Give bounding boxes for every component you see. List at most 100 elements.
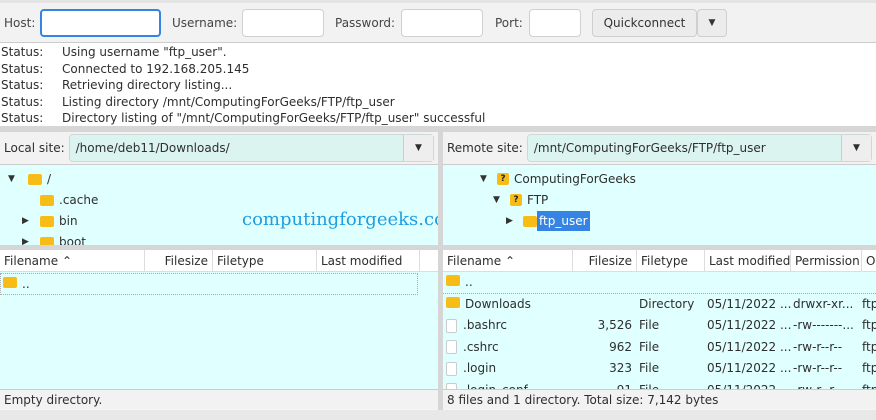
folder-icon [28,173,42,185]
file-size: 91 [573,380,632,390]
file-type: Directory [639,296,695,311]
table-row[interactable]: .login 323 File 05/11/2022 ... -rw-r--r-… [443,358,876,380]
username-input[interactable] [242,9,324,37]
quickconnect-bar: Host: Username: Password: Port: Quickcon… [0,0,876,42]
tree-item[interactable]: ▶ boot [22,232,86,245]
expanded-arrow-icon: ▼ [8,174,15,184]
file-name: .cshrc [463,339,499,354]
remote-site-combo[interactable]: /mnt/ComputingForGeeks/FTP/ftp_user ▼ [526,134,872,162]
file-type: File [639,361,660,375]
file-size: 962 [609,339,632,354]
host-input[interactable] [40,9,161,37]
password-input[interactable] [401,9,483,37]
file-type: File [639,318,660,332]
column-last-modified[interactable]: Last modified [317,250,420,272]
column-filetype[interactable]: Filetype [213,250,317,272]
file-name: Downloads [465,296,531,311]
local-status: Empty directory. [0,389,438,409]
table-row[interactable]: .. [0,273,418,295]
file-type: File [639,380,659,390]
log-line: Status: Retrieving directory listing... [1,78,233,92]
tree-item[interactable]: .cache [40,190,98,210]
local-file-list: .. [0,272,438,389]
file-name: .bashrc [463,318,507,332]
log-line: Status: Directory listing of "/mnt/Comput… [1,111,486,125]
message-log: Status: Using username "ftp_user". Status… [0,42,876,126]
file-icon [446,361,457,376]
table-row[interactable]: .. [443,272,876,294]
transfer-queue-area [0,410,876,420]
table-row[interactable]: .login_conf 91 File 05/11/2022 ... -rw-r… [443,380,876,390]
log-line: Status: Listing directory /mnt/ComputingF… [1,94,395,109]
file-name: .login_conf [463,383,528,390]
file-owner: ftp [862,296,876,311]
sort-ascending-icon: ⌃ [504,254,516,268]
remote-list-header: Filename ⌃ Filesize Filetype Last modifi… [443,250,876,272]
file-size: 323 [609,361,632,375]
file-type: File [639,339,660,354]
remote-pane: Remote site: /mnt/ComputingForGeeks/FTP/… [443,132,876,410]
port-input[interactable] [529,9,581,37]
log-line: Status: Using username "ftp_user". [1,45,227,59]
remote-file-list: .. Downloads Directory 05/11/2022 ... dr… [443,272,876,389]
watermark: computingforgeeks.com [242,209,438,230]
file-icon [446,340,457,354]
column-filesize[interactable]: Filesize [573,250,637,272]
file-permission: -rw-r--r-- [793,380,842,390]
expanded-arrow-icon: ▼ [493,195,500,205]
folder-icon [523,215,537,227]
collapsed-arrow-icon: ▶ [506,216,513,226]
remote-tree: ▼? ComputingForGeeks ▼? FTP ▶ ftp_user [443,165,876,245]
column-permission[interactable]: Permission [791,250,862,272]
quickconnect-button[interactable]: Quickconnect [592,9,697,37]
file-modified: 05/11/2022 ... [707,380,791,390]
tree-item[interactable]: ▼? ComputingForGeeks [480,169,636,189]
file-size: 3,526 [597,318,632,332]
file-owner: ftp [862,318,876,332]
file-permission: -rw-r--r-- [793,339,843,354]
tree-item[interactable]: ▼ / [8,169,51,189]
file-owner: ftp [862,361,876,375]
local-list-header: Filename ⌃ Filesize Filetype Last modifi… [0,250,438,272]
password-label: Password: [335,16,396,30]
column-filetype[interactable]: Filetype [637,250,705,272]
column-owner[interactable]: Ow [862,250,876,272]
table-row[interactable]: Downloads Directory 05/11/2022 ... drwxr… [443,294,876,316]
column-filename[interactable]: Filename ⌃ [0,250,145,272]
unknown-folder-icon: ? [497,173,509,185]
tree-item[interactable]: ▶ bin [22,211,78,231]
file-owner: ftp [862,380,876,390]
local-site-combo[interactable]: /home/deb11/Downloads/▼ [68,134,434,162]
column-filesize[interactable]: Filesize [145,250,213,272]
file-icon [446,318,457,333]
file-name: .. [465,275,473,289]
file-modified: 05/11/2022 ... [707,339,792,354]
table-row[interactable]: .cshrc 962 File 05/11/2022 ... -rw-r--r-… [443,337,876,359]
file-modified: 05/11/2022 ... [707,318,792,332]
tree-item[interactable]: ▼? FTP [493,190,548,210]
file-modified: 05/11/2022 ... [707,361,792,375]
table-row[interactable]: .bashrc 3,526 File 05/11/2022 ... -rw---… [443,315,876,337]
column-last-modified[interactable]: Last modified [705,250,791,272]
quickconnect-dropdown-button[interactable]: ▼ [697,9,727,37]
folder-icon [40,194,54,206]
folder-icon [40,215,54,227]
chevron-down-icon[interactable]: ▼ [403,135,433,161]
remote-site-label: Remote site: [447,141,523,155]
folder-icon [446,296,460,308]
column-filename[interactable]: Filename ⌃ [443,250,573,272]
tree-item[interactable]: ▶ ftp_user [506,211,590,231]
username-label: Username: [172,16,238,30]
local-pane: Local site: /home/deb11/Downloads/▼ ▼ / .… [0,132,438,410]
chevron-down-icon[interactable]: ▼ [841,135,871,161]
collapsed-arrow-icon: ▶ [22,237,29,245]
local-tree: ▼ / .cache ▶ bin ▶ boot computingforgeeks.c… [0,165,438,245]
port-label: Port: [495,16,523,30]
host-label: Host: [4,16,36,30]
expanded-arrow-icon: ▼ [480,174,487,184]
folder-icon [40,236,54,245]
local-site-bar: Local site: /home/deb11/Downloads/▼ [0,132,438,165]
collapsed-arrow-icon: ▶ [22,216,29,226]
file-name: .login [463,361,497,375]
folder-icon [446,275,460,286]
